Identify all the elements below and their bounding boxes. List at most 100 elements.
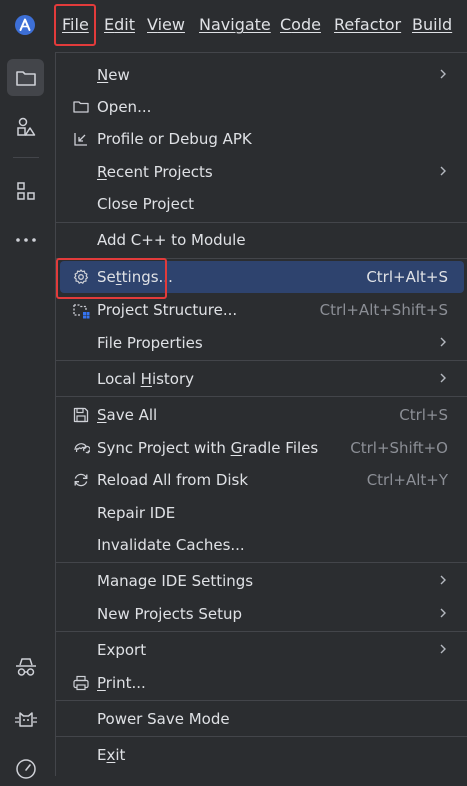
submenu-arrow-icon: [440, 337, 446, 347]
menu-build[interactable]: Build: [412, 15, 452, 34]
label-pre: Manage IDE Settings: [97, 572, 254, 590]
menu-code[interactable]: Code: [280, 15, 321, 34]
print-icon: [73, 675, 89, 691]
menu-view[interactable]: View: [147, 15, 185, 34]
label-post: it: [115, 746, 126, 764]
menu-item-exit[interactable]: Exit: [60, 739, 464, 771]
structure-icon: [16, 181, 35, 200]
menu-item-label: Sync Project with Gradle Files: [97, 439, 318, 457]
menu-separator: [56, 562, 467, 563]
menu-item-sync-gradle[interactable]: Sync Project with Gradle Files Ctrl+Shif…: [60, 432, 464, 464]
more-tools-button[interactable]: [7, 221, 44, 258]
label-pre: Reload All from Disk: [97, 471, 249, 489]
left-tool-strip: [0, 52, 52, 779]
more-tools-icon: [15, 237, 36, 242]
menu-build-rest: uild: [422, 15, 453, 34]
project-tool-button[interactable]: [7, 59, 44, 96]
menu-item-label: Recent Projects: [97, 163, 213, 181]
menu-item-shortcut: Ctrl+Alt+S: [366, 268, 448, 286]
menu-item-shortcut: Ctrl+Shift+O: [350, 439, 448, 457]
dashboard-tool-button[interactable]: [7, 749, 44, 786]
menu-navigate[interactable]: Navigate: [199, 15, 271, 34]
menu-item-invalidate-caches[interactable]: Invalidate Caches...: [60, 529, 464, 561]
menu-item-label: Profile or Debug APK: [97, 130, 252, 148]
menu-item-recent-projects[interactable]: Recent Projects: [60, 156, 464, 188]
menu-separator: [56, 396, 467, 397]
tool-strip-separator: [13, 157, 39, 158]
menu-item-label: Invalidate Caches...: [97, 536, 245, 554]
label-pre: Close Project: [97, 195, 194, 213]
menu-item-export[interactable]: Export: [60, 634, 464, 666]
submenu-arrow-icon: [440, 575, 446, 585]
resource-manager-icon: [16, 117, 35, 136]
incognito-icon: [15, 657, 36, 676]
file-menu-dropdown: New Open... Profile or Debug APK Recent …: [55, 52, 467, 776]
menu-item-file-properties[interactable]: File Properties: [60, 327, 464, 359]
menu-refactor[interactable]: Refactor: [334, 15, 401, 34]
menu-item-label: Manage IDE Settings: [97, 572, 253, 590]
menu-item-label: Print...: [97, 674, 146, 692]
menu-view-mnemonic: V: [147, 15, 158, 34]
menu-item-project-structure[interactable]: Project Structure... Ctrl+Alt+Shift+S: [60, 294, 464, 326]
reload-icon: [74, 473, 88, 487]
menu-edit[interactable]: Edit: [104, 15, 135, 34]
folder-icon: [73, 101, 89, 113]
label-pre: Export: [97, 641, 147, 659]
menu-item-shortcut: Ctrl+Alt+Shift+S: [319, 301, 448, 319]
label-post: ew: [108, 66, 130, 84]
menu-item-power-save-mode[interactable]: Power Save Mode: [60, 703, 464, 735]
label-pre: Repair IDE: [97, 504, 176, 522]
cat-tool-button[interactable]: [7, 699, 44, 736]
resource-manager-tool-button[interactable]: [7, 108, 44, 145]
menu-separator: [56, 736, 467, 737]
gradle-sync-icon: [74, 443, 90, 454]
menu-separator: [56, 360, 467, 361]
menu-item-print[interactable]: Print...: [60, 667, 464, 699]
save-icon: [73, 407, 89, 423]
label-mnemonic: N: [97, 66, 109, 84]
file-menu-highlight-box: [54, 4, 96, 46]
menu-item-new[interactable]: New: [60, 59, 464, 91]
menu-item-open[interactable]: Open...: [60, 91, 464, 123]
structure-tool-button[interactable]: [7, 172, 44, 209]
menu-item-local-history[interactable]: Local History: [60, 363, 464, 395]
menu-item-shortcut: Ctrl+S: [399, 406, 448, 424]
menu-item-label: Repair IDE: [97, 504, 175, 522]
menu-item-label: Export: [97, 641, 146, 659]
menu-item-label: New: [97, 66, 130, 84]
menu-item-close-project[interactable]: Close Project: [60, 188, 464, 220]
label-mnemonic: G: [230, 439, 243, 457]
label-mnemonic: H: [140, 370, 152, 388]
label-post: ave All: [106, 406, 158, 424]
menu-refactor-mnemonic: R: [334, 15, 345, 34]
menu-code-rest: ode: [291, 15, 321, 34]
incognito-tool-button[interactable]: [7, 648, 44, 685]
menu-item-reload-from-disk[interactable]: Reload All from Disk Ctrl+Alt+Y: [60, 464, 464, 496]
label-pre: Sync Project with: [97, 439, 231, 457]
menu-item-manage-ide-settings[interactable]: Manage IDE Settings: [60, 565, 464, 597]
menu-item-label: New Projects Setup: [97, 605, 242, 623]
menu-build-mnemonic: B: [412, 15, 423, 34]
menu-item-save-all[interactable]: Save All Ctrl+S: [60, 399, 464, 431]
label-post: radle Files: [242, 439, 319, 457]
submenu-arrow-icon: [440, 69, 446, 79]
menu-code-mnemonic: C: [280, 15, 292, 34]
menu-refactor-rest: efactor: [344, 15, 402, 34]
menu-item-label: Reload All from Disk: [97, 471, 248, 489]
menu-item-profile-debug-apk[interactable]: Profile or Debug APK: [60, 123, 464, 155]
label-post: rint...: [105, 674, 146, 692]
menu-view-rest: iew: [157, 15, 185, 34]
menu-item-label: Save All: [97, 406, 157, 424]
menu-item-new-projects-setup[interactable]: New Projects Setup: [60, 598, 464, 630]
label-pre: Project Structure...: [97, 301, 238, 319]
project-folder-icon: [15, 70, 36, 86]
label-pre: Profile or Debug APK: [97, 130, 252, 148]
menu-item-add-cpp-module[interactable]: Add C++ to Module: [60, 224, 464, 256]
label-pre: Local: [97, 370, 141, 388]
menu-edit-rest: dit: [114, 15, 135, 34]
menu-item-repair-ide[interactable]: Repair IDE: [60, 497, 464, 529]
label-post: istory: [151, 370, 195, 388]
menu-navigate-mnemonic: N: [199, 15, 211, 34]
android-studio-logo-icon[interactable]: [14, 14, 36, 36]
menu-item-label: Add C++ to Module: [97, 231, 246, 249]
